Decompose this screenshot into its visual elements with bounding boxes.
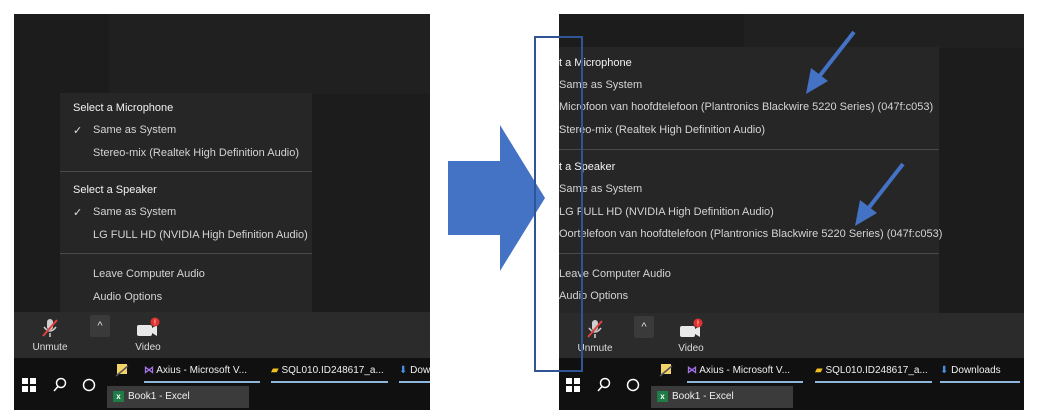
- search-icon[interactable]: [596, 377, 612, 393]
- taskbar-app-label: SQL010.ID248617_a...: [825, 365, 928, 376]
- taskbar-app-visual-studio[interactable]: ⋈ Axius - Microsoft V...: [687, 361, 803, 383]
- video-badge: !: [697, 321, 699, 328]
- visual-studio-icon: ⋈: [144, 365, 154, 376]
- cortana-icon[interactable]: [81, 377, 97, 393]
- highlight-rectangle: [534, 36, 583, 372]
- audio-options-item[interactable]: Audio Options: [93, 291, 162, 303]
- active-underline: [144, 381, 260, 383]
- active-underline: [271, 381, 388, 383]
- windows-start-icon[interactable]: [22, 378, 36, 392]
- book-label: Book1 - Excel: [672, 391, 734, 402]
- mic-option-same-as-system[interactable]: Same as System: [93, 124, 176, 136]
- mic-option-headset-microphone[interactable]: Microfoon van hoofdtelefoon (Plantronics…: [559, 101, 933, 113]
- meeting-controls: Unmute ^ ! Video: [14, 312, 430, 358]
- taskbar-app-label: Axius - Microsoft V...: [699, 365, 791, 376]
- taskbar-thumbnail-book1[interactable]: x Book1 - Excel: [651, 386, 793, 408]
- divider: [60, 171, 312, 172]
- speaker-option-same-as-system[interactable]: Same as System: [93, 206, 176, 218]
- video-label: Video: [678, 343, 704, 354]
- active-underline: [687, 381, 803, 383]
- background-window: [109, 14, 430, 94]
- speaker-option-lg-full-hd[interactable]: LG FULL HD (NVIDIA High Definition Audio…: [93, 229, 308, 241]
- search-icon[interactable]: [52, 377, 68, 393]
- divider: [559, 149, 939, 150]
- active-underline: [399, 381, 430, 383]
- windows-taskbar: ⋈ Axius - Microsoft V... ▰ SQL010.ID2486…: [559, 358, 1024, 410]
- active-underline: [815, 381, 932, 383]
- mic-section-header: Select a Microphone: [73, 102, 174, 114]
- visual-studio-icon: ⋈: [687, 365, 697, 376]
- taskbar-app-sql[interactable]: ▰ SQL010.ID248617_a...: [271, 361, 388, 383]
- leave-computer-audio-item[interactable]: Leave Computer Audio: [93, 268, 205, 280]
- sql-file-icon: ▰: [815, 365, 823, 376]
- background-window: [744, 14, 1024, 48]
- taskbar-app-downloads[interactable]: ⬇ Downloads: [940, 361, 1020, 383]
- excel-icon: x: [113, 390, 124, 402]
- divider: [60, 253, 312, 254]
- muted-microphone-icon: [42, 319, 58, 337]
- unmute-label: Unmute: [32, 342, 68, 353]
- checkmark-icon: ✓: [73, 207, 83, 219]
- chevron-up-icon: ^: [641, 321, 647, 333]
- taskbar-app-label: Dow: [410, 365, 430, 376]
- right-screenshot: t a Microphone Same as System Microfoon …: [559, 14, 1024, 410]
- mic-option-stereo-mix[interactable]: Stereo-mix (Realtek High Definition Audi…: [559, 124, 765, 136]
- muted-microphone-icon: [587, 320, 603, 338]
- audio-options-chevron-button[interactable]: ^: [634, 316, 654, 338]
- sql-file-icon: ▰: [271, 365, 279, 376]
- taskbar-app-label: Axius - Microsoft V...: [156, 365, 248, 376]
- camera-icon: !: [137, 317, 160, 336]
- speaker-section-header: Select a Speaker: [73, 184, 157, 196]
- windows-start-icon[interactable]: [566, 378, 580, 392]
- chevron-up-icon: ^: [97, 320, 103, 332]
- divider: [559, 253, 939, 254]
- excel-icon: x: [657, 390, 668, 402]
- taskbar-app-visual-studio[interactable]: ⋈ Axius - Microsoft V...: [144, 361, 260, 383]
- windows-taskbar: ⋈ Axius - Microsoft V... ▰ SQL010.ID2486…: [14, 358, 430, 410]
- snipping-tool-icon[interactable]: [114, 362, 130, 378]
- audio-menu: Select a Microphone ✓ Same as System Ste…: [60, 93, 312, 313]
- video-button[interactable]: ! Video: [126, 317, 170, 353]
- audio-options-chevron-button[interactable]: ^: [90, 315, 110, 337]
- taskbar-app-label: SQL010.ID248617_a...: [281, 365, 384, 376]
- checkmark-icon: ✓: [73, 125, 83, 137]
- video-button[interactable]: ! Video: [669, 318, 713, 354]
- mic-option-stereo-mix[interactable]: Stereo-mix (Realtek High Definition Audi…: [93, 147, 299, 159]
- download-arrow-icon: ⬇: [399, 365, 408, 376]
- active-underline: [940, 381, 1020, 383]
- taskbar-thumbnail-book1[interactable]: x Book1 - Excel: [107, 386, 249, 408]
- speaker-option-lg-full-hd[interactable]: LG FULL HD (NVIDIA High Definition Audio…: [559, 206, 774, 218]
- camera-icon: !: [680, 318, 703, 337]
- snipping-tool-icon[interactable]: [658, 362, 674, 378]
- annotation-arrow-microphone: [806, 30, 856, 94]
- taskbar-app-label: Downloads: [951, 365, 1001, 376]
- download-arrow-icon: ⬇: [940, 365, 949, 376]
- taskbar-app-downloads[interactable]: ⬇ Dow: [399, 361, 430, 383]
- left-screenshot: Select a Microphone ✓ Same as System Ste…: [14, 14, 430, 410]
- big-right-arrow: [448, 125, 545, 271]
- cortana-icon[interactable]: [625, 377, 641, 393]
- taskbar-app-sql[interactable]: ▰ SQL010.ID248617_a...: [815, 361, 932, 383]
- book-label: Book1 - Excel: [128, 391, 190, 402]
- video-badge: !: [154, 320, 156, 327]
- annotation-arrow-speaker: [855, 162, 905, 226]
- video-label: Video: [135, 342, 161, 353]
- unmute-button[interactable]: Unmute: [28, 317, 72, 353]
- meeting-controls: Unmute ^ ! Video: [559, 313, 1024, 359]
